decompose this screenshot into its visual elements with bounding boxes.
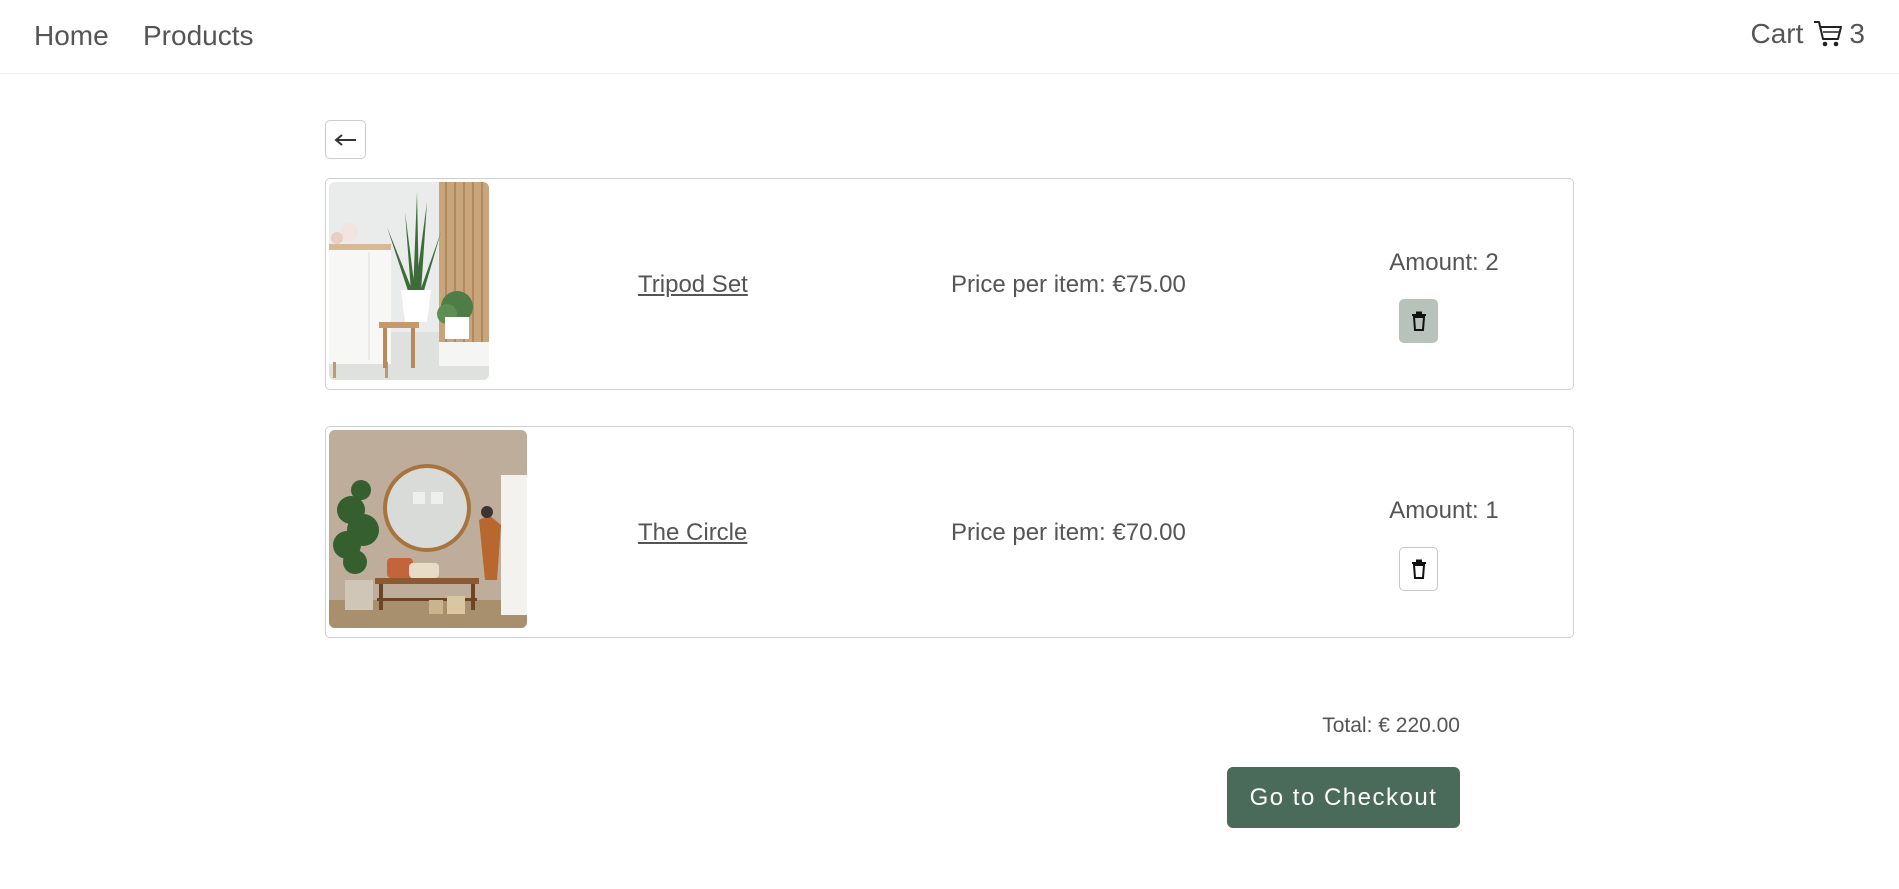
cart-item: Tripod Set Price per item: €75.00 Amount…: [325, 178, 1574, 390]
delete-item-button[interactable]: [1399, 547, 1438, 591]
trash-icon: [1411, 311, 1426, 331]
product-name-link[interactable]: The Circle: [638, 519, 747, 547]
delete-item-button[interactable]: [1399, 299, 1438, 343]
product-image-tripod-set[interactable]: [329, 182, 489, 380]
back-button[interactable]: [325, 120, 366, 159]
checkout-button[interactable]: Go to Checkout: [1227, 767, 1460, 828]
item-amount: Amount: 2: [1389, 249, 1499, 276]
cart-item: The Circle Price per item: €70.00 Amount…: [325, 426, 1574, 638]
top-navbar: Home Products Cart 3: [0, 0, 1899, 74]
product-image-the-circle[interactable]: [329, 430, 527, 628]
price-per-item: Price per item: €75.00: [951, 271, 1186, 298]
trash-icon: [1411, 559, 1426, 579]
cart-icon: [1813, 20, 1843, 48]
nav-cart-link[interactable]: Cart 3: [1751, 18, 1865, 50]
price-per-item: Price per item: €70.00: [951, 519, 1186, 546]
arrow-left-icon: [333, 133, 356, 146]
cart-count: 3: [1849, 18, 1865, 49]
item-amount: Amount: 1: [1389, 497, 1499, 524]
cart-label: Cart: [1750, 18, 1804, 49]
product-name-link[interactable]: Tripod Set: [638, 271, 748, 299]
nav-products-link[interactable]: Products: [143, 20, 254, 52]
nav-home-link[interactable]: Home: [34, 20, 109, 52]
cart-total: Total: € 220.00: [1322, 714, 1460, 737]
